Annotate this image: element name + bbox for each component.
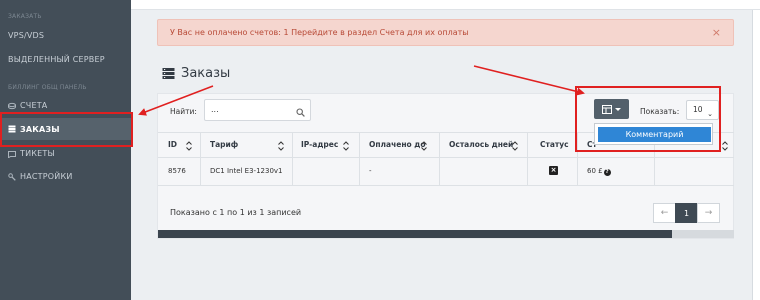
horizontal-scrollbar[interactable] [158, 230, 734, 238]
sort-icon[interactable] [277, 137, 285, 151]
sidebar-item-invoices[interactable]: СЧЕТА [8, 101, 47, 110]
annotation-box-columns [575, 86, 721, 152]
sidebar-item-label: ТИКЕТЫ [20, 149, 55, 158]
search-icon [296, 105, 305, 117]
sort-icon[interactable] [185, 137, 193, 151]
cell-id: 8576 [168, 167, 186, 175]
sidebar-item-tickets[interactable]: ТИКЕТЫ [8, 149, 55, 158]
server-icon [162, 67, 175, 80]
table-header-bottom-border [158, 157, 734, 158]
sidebar-section-order: ЗАКАЗАТЬ [8, 13, 42, 20]
wrench-icon [8, 172, 16, 181]
column-header-id[interactable]: ID [168, 140, 177, 149]
help-icon[interactable]: ? [603, 169, 611, 176]
sidebar-item-label: ВЫДЕЛЕННЫЙ СЕРВЕР [8, 55, 105, 64]
column-header-status[interactable]: Статус [540, 140, 569, 149]
sidebar-item-label: НАСТРОЙКИ [20, 172, 73, 181]
search-input[interactable]: ... [204, 99, 311, 121]
status-inactive-icon: × [549, 166, 558, 175]
sidebar-item-label: СЧЕТА [20, 101, 48, 110]
search-label: Найти: [170, 107, 197, 116]
column-divider [527, 132, 528, 185]
top-bar [131, 0, 760, 10]
pagination: ← 1 → [653, 203, 720, 223]
column-header-ip[interactable]: IP-адрес [301, 140, 338, 149]
column-divider [439, 132, 440, 185]
sidebar-item-vps[interactable]: VPS/VDS [8, 31, 44, 40]
table-info: Показано с 1 по 1 из 1 записей [170, 208, 302, 217]
column-divider [359, 132, 360, 185]
pagination-next-button[interactable]: → [697, 203, 720, 223]
annotation-box-orders [0, 112, 133, 147]
sidebar-item-settings[interactable]: НАСТРОЙКИ [8, 172, 73, 181]
unpaid-invoices-alert: У Вас не оплачено счетов: 1 Перейдите в … [157, 19, 734, 46]
sort-icon[interactable] [420, 137, 428, 151]
pagination-prev-button[interactable]: ← [653, 203, 676, 223]
alert-text: У Вас не оплачено счетов: 1 Перейдите в … [170, 28, 469, 37]
column-header-paid-until[interactable]: Оплачено до [369, 140, 426, 149]
page-title-text: Заказы [181, 66, 231, 81]
ticket-icon [8, 150, 16, 158]
column-header-tariff[interactable]: Тариф [210, 140, 238, 149]
sort-icon[interactable] [721, 137, 729, 151]
sidebar-section-billing: БИЛЛИНГ ОБЩ ПАНЕЛЬ [8, 84, 87, 91]
cell-price: 60 £? [587, 167, 611, 176]
sidebar-item-dedicated[interactable]: ВЫДЕЛЕННЫЙ СЕРВЕР [8, 55, 105, 64]
column-divider [292, 132, 293, 185]
price-value: 60 £ [587, 167, 603, 175]
column-divider [200, 132, 201, 185]
close-icon[interactable]: × [712, 26, 721, 39]
sidebar-item-label: VPS/VDS [8, 31, 45, 40]
scrollbar-thumb[interactable] [158, 230, 672, 238]
right-panel-edge [752, 10, 760, 300]
coins-icon [8, 102, 16, 110]
sidebar: ЗАКАЗАТЬ VPS/VDS ВЫДЕЛЕННЫЙ СЕРВЕР БИЛЛИ… [0, 0, 131, 300]
cell-paid-until: - [369, 167, 372, 175]
page-title: Заказы [162, 66, 230, 81]
pagination-page-button[interactable]: 1 [675, 203, 698, 223]
sort-icon[interactable] [342, 137, 350, 151]
sort-icon[interactable] [511, 137, 519, 151]
search-input-value: ... [211, 105, 219, 114]
cell-tariff: DC1 Intel E3-1230v1 [210, 167, 283, 175]
column-header-days-left[interactable]: Осталось дней [449, 140, 513, 149]
table-row-bottom-border [158, 185, 734, 186]
